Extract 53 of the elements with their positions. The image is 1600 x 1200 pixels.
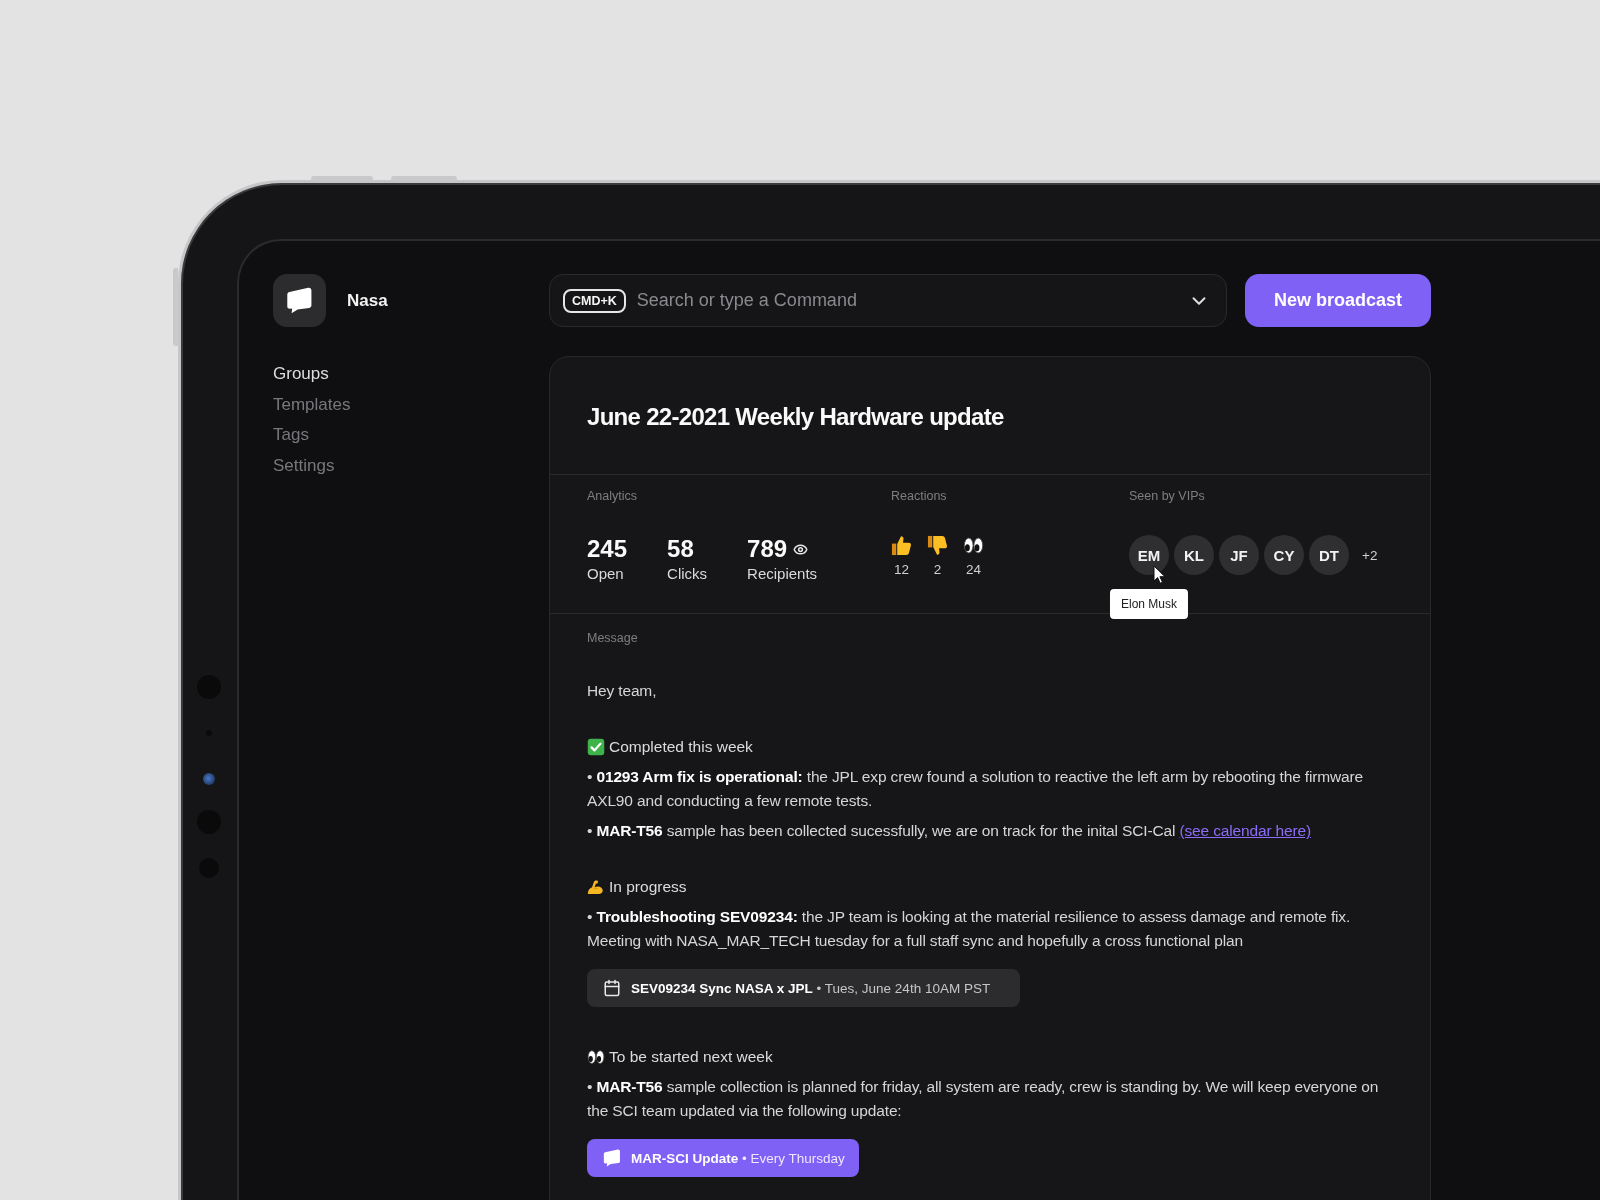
- stat-label: Open: [587, 564, 625, 584]
- section-heading: In progress: [609, 877, 687, 897]
- nav-link[interactable]: Templates: [273, 389, 351, 420]
- section-heading: To be started next week: [609, 1047, 773, 1067]
- calendar-link[interactable]: (see calendar here): [1179, 822, 1311, 839]
- section-label: Seen by VIPs: [1129, 488, 1205, 504]
- bullet-text: • MAR-T56 sample collection is planned for friday, all system are ready, crew is standing by. We will keep everyone on the SCI team updated via the following update:: [587, 1077, 1380, 1121]
- thumbs-down-icon: [927, 535, 948, 556]
- stat-value: 245: [587, 534, 628, 564]
- search-field[interactable]: CMD+K Search or type a Command: [549, 274, 1227, 327]
- bullet-text: • MAR-T56 sample has been collected sucessfully, we are on track for the inital SCI-Cal (see calendar here): [587, 821, 1311, 841]
- speech-bubble-icon: [603, 1149, 621, 1167]
- eyes-icon: [587, 1048, 605, 1066]
- reaction-count: 2: [933, 561, 942, 579]
- new-broadcast-button[interactable]: New broadcast: [1245, 274, 1431, 327]
- greeting-text: Hey team,: [587, 681, 657, 701]
- eyes-icon: [963, 535, 984, 556]
- search-input[interactable]: Search or type a Command: [636, 288, 1177, 313]
- bullet-text: • 01293 Arm fix is operational: the JPL exp crew found a solution to reactive the left arm by rebooting the firmware AXL90 and conducting a few remote tests.: [587, 767, 1365, 811]
- section-label: Analytics: [587, 488, 638, 504]
- calendar-icon: [603, 979, 621, 997]
- flexed-arm-icon: [587, 878, 605, 896]
- nav-link[interactable]: Tags: [273, 420, 309, 451]
- stat-value: 58: [667, 534, 694, 564]
- reaction-count: 24: [966, 561, 981, 579]
- avatar[interactable]: KL: [1174, 535, 1214, 575]
- sensor-icon: [203, 773, 215, 785]
- section-heading: Completed this week: [609, 737, 753, 757]
- stat-label: Clicks: [667, 564, 708, 584]
- eye-icon: [793, 541, 809, 557]
- workspace-name: Nasa: [347, 290, 388, 311]
- tooltip: Elon Musk: [1110, 589, 1188, 619]
- broadcast-chip[interactable]: MAR-SCI Update • Every Thursday: [587, 1139, 859, 1177]
- avatar[interactable]: DT: [1309, 535, 1349, 575]
- shortcut-badge: CMD+K: [563, 288, 626, 313]
- more-count: +2: [1362, 547, 1378, 563]
- reaction-count: 12: [894, 561, 909, 579]
- avatar[interactable]: CY: [1264, 535, 1304, 575]
- stat-label: Recipients: [747, 564, 818, 584]
- section-label: Reactions: [891, 488, 947, 504]
- nav-link[interactable]: Groups: [273, 359, 329, 390]
- cursor-icon: [1153, 565, 1166, 584]
- broadcast-title: June 22-2021 Weekly Hardware update: [587, 402, 1005, 432]
- check-icon: [587, 738, 605, 756]
- nav-link[interactable]: Settings: [273, 450, 335, 481]
- avatar[interactable]: JF: [1219, 535, 1259, 575]
- bullet-text: • Troubleshooting SEV09234: the JP team is looking at the material resilience to assess damage and remote fix. Meeting with NASA_MAR_TECH tuesday for a full staff sync and hopefully a cross functional plan: [587, 907, 1352, 951]
- avatar[interactable]: EM: [1129, 535, 1169, 575]
- section-label: Message: [587, 631, 638, 645]
- stat-value: 789: [747, 534, 788, 564]
- thumbs-up-icon: [891, 535, 912, 556]
- event-chip[interactable]: SEV09234 Sync NASA x JPL • Tues, June 24th 10AM PST: [587, 969, 1021, 1007]
- speech-bubble-icon[interactable]: [273, 274, 326, 327]
